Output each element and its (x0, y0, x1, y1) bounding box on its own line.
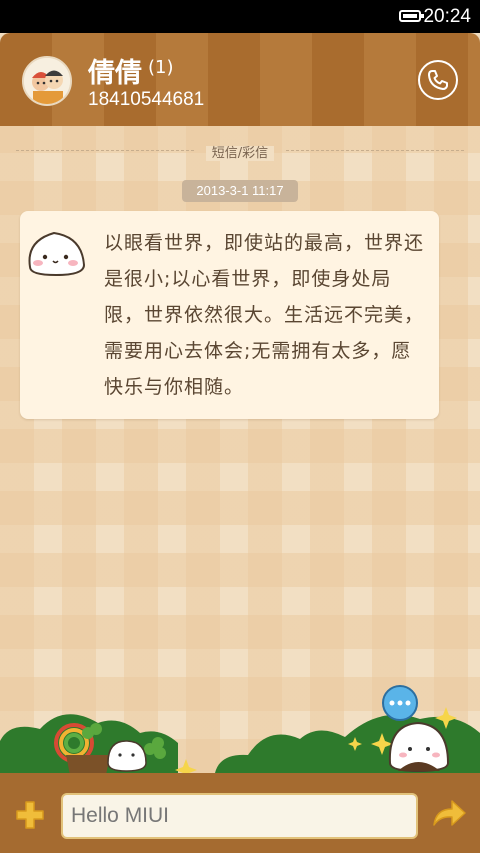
message-timestamp: 2013-3-1 11:17 (182, 180, 298, 202)
attach-button[interactable] (14, 799, 46, 831)
unread-count: (1) (148, 57, 174, 78)
channel-label: 短信/彩信 (205, 146, 275, 161)
message-bubble[interactable]: 以眼看世界，即使站的最高，世界还是很小;以心看世界，即使身处局限，世界依然很大。… (20, 211, 439, 419)
message-text: 以眼看世界，即使站的最高，世界还是很小;以心看世界，即使身处局限，世界依然很大。… (104, 232, 425, 398)
plus-icon (16, 801, 44, 829)
composer-bar (0, 773, 480, 853)
contact-name: 倩倩 (88, 58, 142, 89)
status-time: 20:24 (423, 6, 471, 27)
battery-icon (399, 10, 424, 22)
conversation-header: 倩倩 (1) 18410544681 (0, 33, 480, 126)
message-list[interactable]: 短信/彩信 2013-3-1 11:17 以眼看世界，即使站的最高，世界还是很小… (0, 126, 480, 773)
phone-icon (428, 70, 448, 90)
call-button[interactable] (418, 60, 458, 100)
contact-phone-number: 18410544681 (88, 89, 205, 110)
message-input[interactable] (61, 793, 418, 839)
status-bar: 20:24 (0, 0, 480, 33)
send-button[interactable] (430, 797, 468, 831)
decorative-scenery (0, 685, 480, 773)
contact-avatar[interactable] (22, 56, 72, 106)
send-arrow-icon (433, 800, 466, 826)
mochi-avatar-icon (28, 231, 86, 277)
